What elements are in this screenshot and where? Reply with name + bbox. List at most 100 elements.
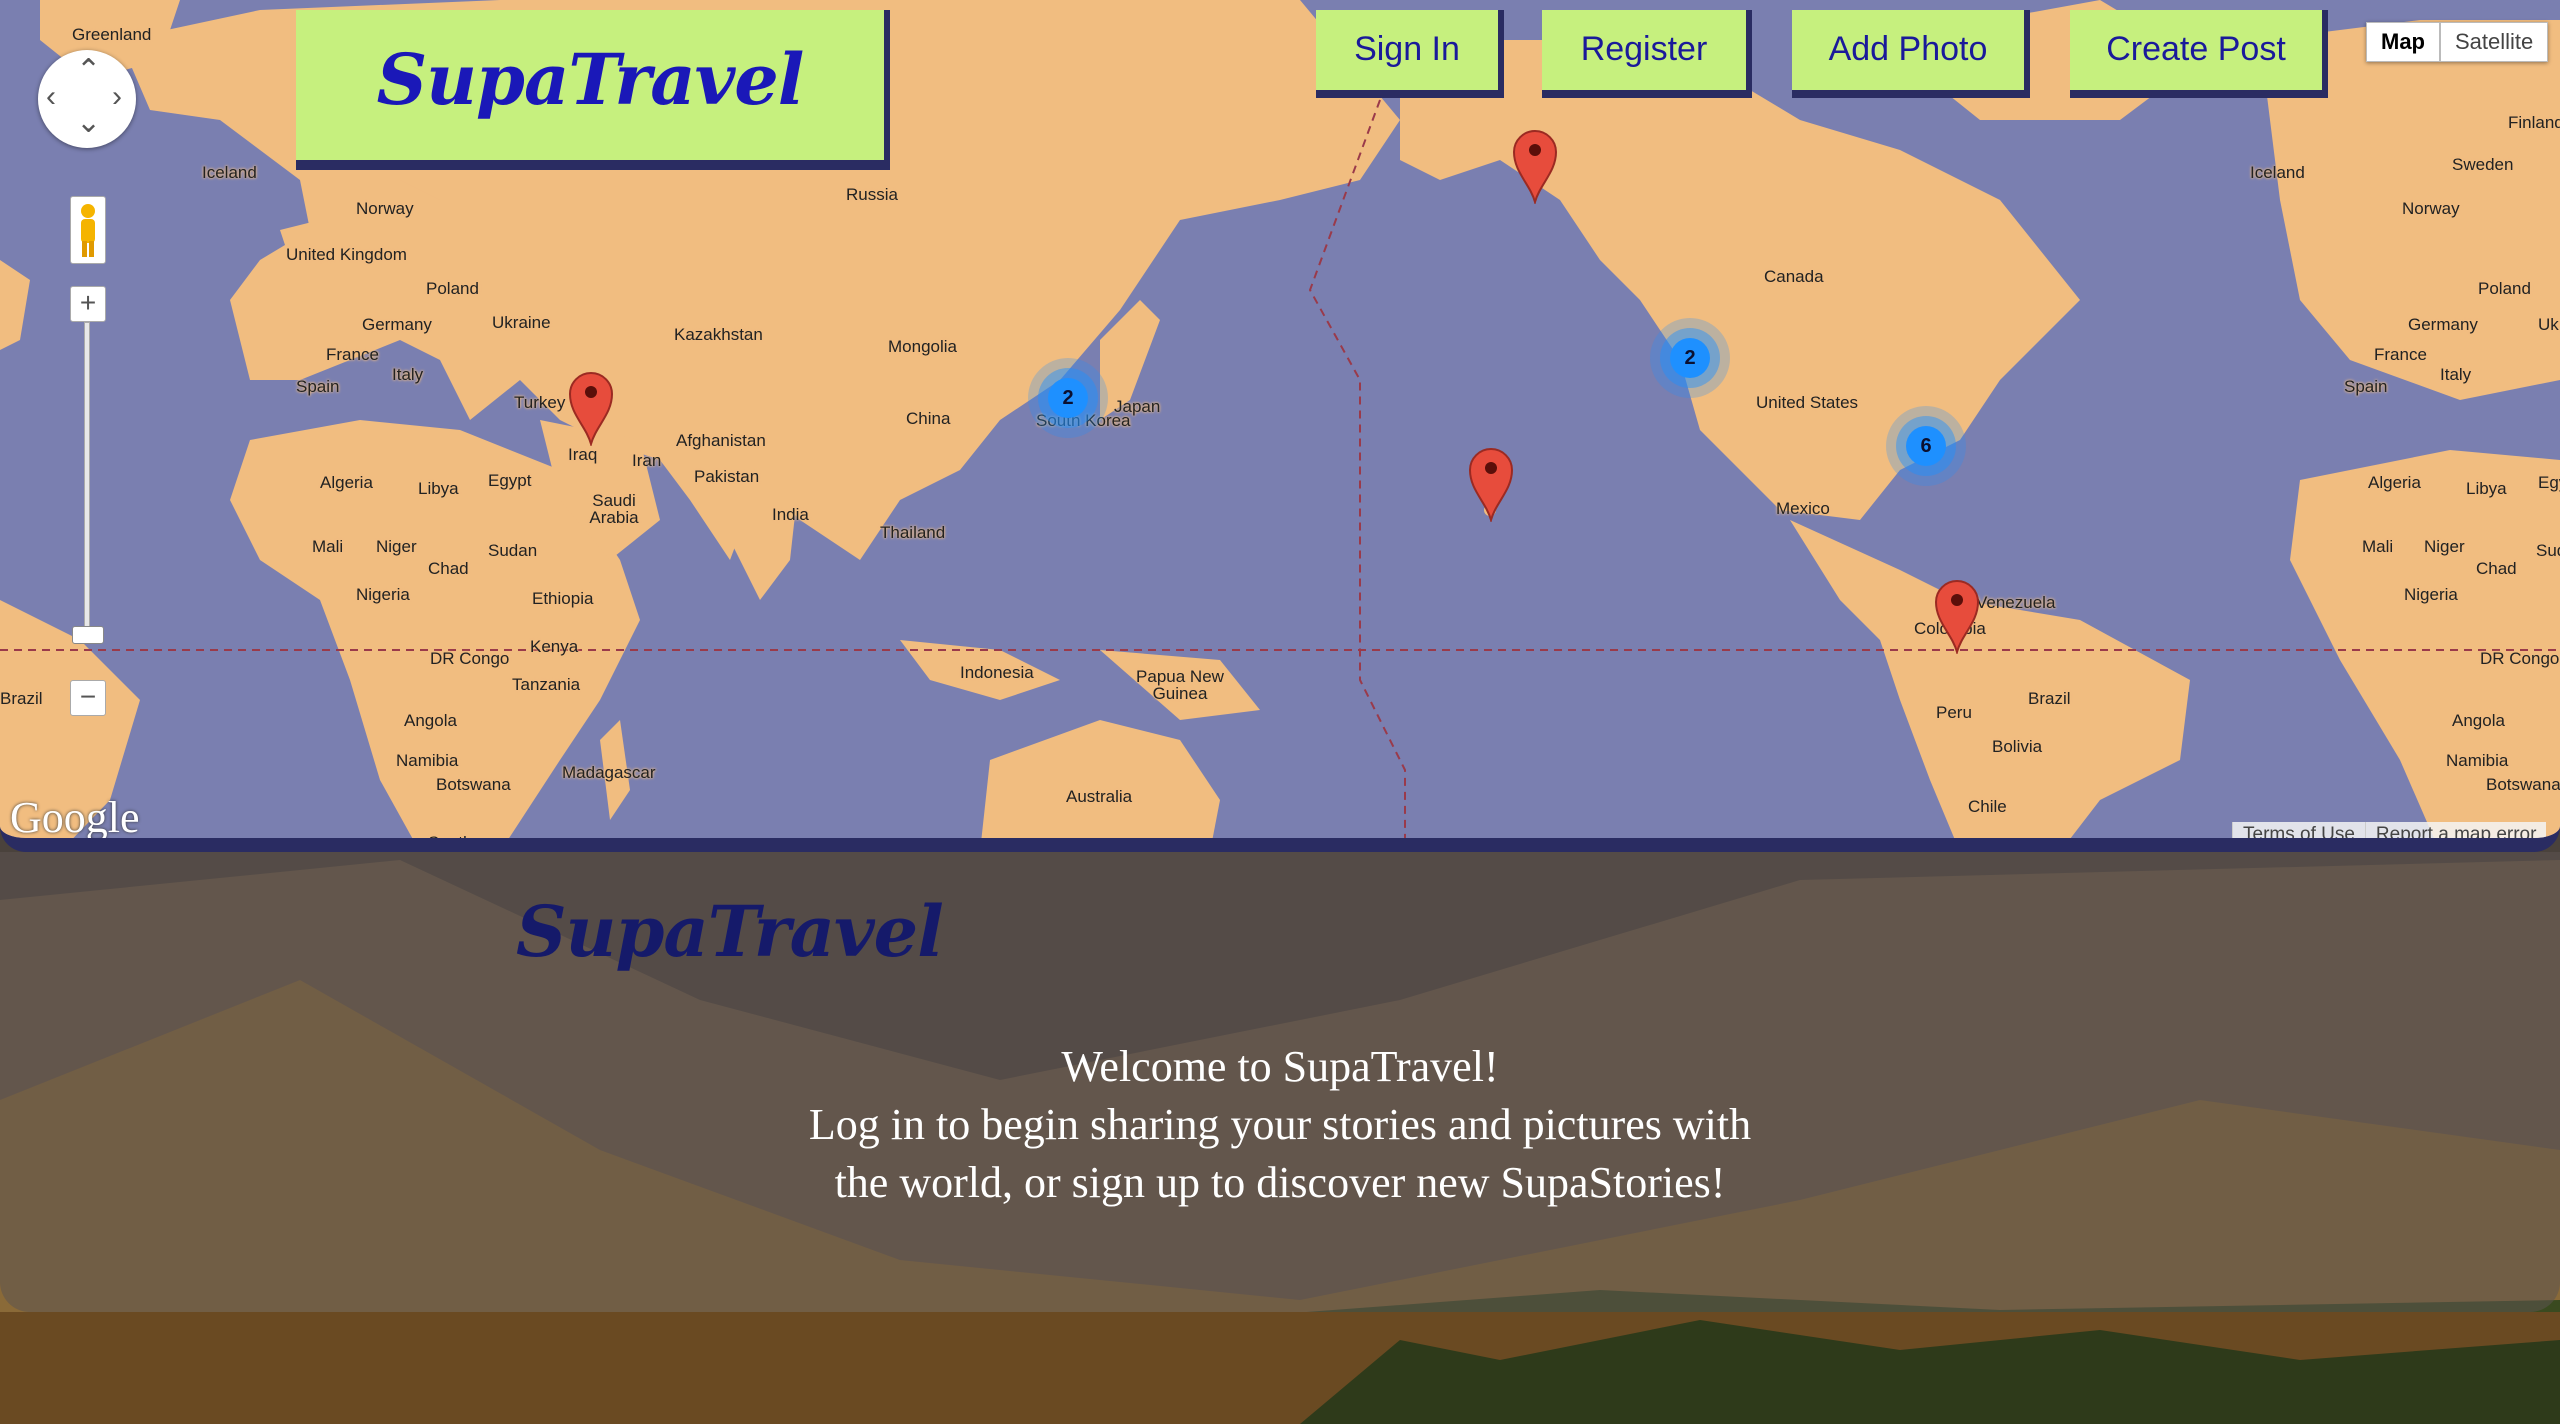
map-pin-marker[interactable] <box>1468 446 1514 522</box>
map-label: Mexico <box>1776 499 1830 518</box>
map-label: Algeria <box>2368 473 2421 492</box>
pan-right-icon[interactable]: › <box>112 82 122 112</box>
map-label: France <box>2374 345 2427 364</box>
pan-left-icon[interactable]: ‹ <box>46 82 56 112</box>
map-label: Saudi Arabia <box>589 491 639 527</box>
map-label: Egy <box>2538 473 2560 492</box>
report-map-error-link[interactable]: Report a map error <box>2364 822 2547 838</box>
marker-cluster[interactable]: 6 <box>1878 398 1974 494</box>
sign-in-button[interactable]: Sign In <box>1316 10 1504 98</box>
create-post-button[interactable]: Create Post <box>2070 10 2328 98</box>
map-label: Greenland <box>72 25 152 44</box>
map-label: Afghanistan <box>676 431 766 450</box>
map-label: Thailand <box>880 523 946 542</box>
terms-of-use-link[interactable]: Terms of Use <box>2232 822 2365 838</box>
map-label: Egypt <box>488 471 532 490</box>
map-label: Chad <box>428 559 469 578</box>
map-label: Spain <box>296 377 340 396</box>
google-logo: Google <box>10 793 140 842</box>
map-label: Sudan <box>488 541 538 560</box>
cluster-count: 6 <box>1920 435 1932 457</box>
zoom-slider-handle[interactable] <box>72 626 104 644</box>
map-label: Sweden <box>2452 155 2514 174</box>
map-label: Norway <box>356 199 414 218</box>
welcome-message: Welcome to SupaTravel! Log in to begin s… <box>640 1038 1920 1212</box>
site-logo: SupaTravel <box>376 38 805 121</box>
map-label: Ethiopia <box>532 589 594 608</box>
map-label: Angola <box>404 711 457 730</box>
map-label: Niger <box>376 537 417 556</box>
map-label: Brazil <box>2028 689 2071 708</box>
pan-down-icon[interactable]: ⌄ <box>76 108 101 138</box>
welcome-line: the world, or sign up to discover new Su… <box>834 1158 1726 1207</box>
map-label: Turkey <box>514 393 566 412</box>
map-label: Peru <box>1936 703 1972 722</box>
marker-cluster[interactable]: 2 <box>1020 350 1116 446</box>
map-label: Kenya <box>530 637 579 656</box>
map-label: India <box>772 505 809 524</box>
map-label: Finland <box>2508 113 2560 132</box>
map-label: China <box>906 409 951 428</box>
map-pan-control[interactable]: ⌃ ‹ › ⌄ <box>38 50 136 148</box>
add-photo-button[interactable]: Add Photo <box>1792 10 2030 98</box>
zoom-in-button[interactable]: + <box>70 286 106 322</box>
map-type-map-button[interactable]: Map <box>2366 22 2440 62</box>
map-label: Tanzania <box>512 675 581 694</box>
welcome-line: Log in to begin sharing your stories and… <box>808 1100 1752 1149</box>
map-label: Iraq <box>568 445 598 464</box>
map-label: Poland <box>2478 279 2531 298</box>
map-label: Namibia <box>2446 751 2509 770</box>
map-label: Iceland <box>202 163 257 182</box>
map-label: Nigeria <box>356 585 410 604</box>
cluster-count: 2 <box>1062 387 1074 409</box>
map-label: Germany <box>2408 315 2478 334</box>
marker-cluster[interactable]: 2 <box>1642 310 1738 406</box>
map-label: Papua New Guinea <box>1136 667 1224 703</box>
map-label: Australia <box>1066 787 1133 806</box>
map-label: Madagascar <box>562 763 656 782</box>
map-label: South <box>428 833 473 852</box>
zoom-slider-track[interactable] <box>84 322 90 630</box>
map-label: Indonesia <box>960 663 1034 682</box>
map-label: Germany <box>362 315 432 334</box>
map-label: Brazil <box>0 689 43 708</box>
map-pin-marker[interactable] <box>1934 578 1980 654</box>
map-label: Pakistan <box>694 467 760 486</box>
map-label: United Kingdom <box>286 245 407 264</box>
header-logo-box[interactable]: SupaTravel <box>296 10 890 170</box>
map-label: Mongolia <box>888 337 957 356</box>
map-label: Chad <box>2476 559 2517 578</box>
map-label: Chile <box>1968 797 2007 816</box>
cluster-count: 2 <box>1684 347 1696 369</box>
map-label: Nigeria <box>2404 585 2458 604</box>
map-label: Algeria <box>320 473 373 492</box>
map-label: Botswana <box>2486 775 2560 794</box>
map-label: Canada <box>1764 267 1824 286</box>
map-label: Iceland <box>2250 163 2305 182</box>
map-label: Kazakhstan <box>674 325 763 344</box>
map-label: France <box>326 345 379 364</box>
map-label: DR Congo <box>2480 649 2560 668</box>
zoom-out-button[interactable]: − <box>70 680 106 716</box>
map-label: Mali <box>2362 537 2394 556</box>
map-label: Poland <box>426 279 479 298</box>
map-label: Bolivia <box>1992 737 2043 756</box>
map-label: Venezuela <box>1976 593 2056 612</box>
map-label: Italy <box>2440 365 2472 384</box>
map-label: DR Congo <box>430 649 510 668</box>
pan-up-icon[interactable]: ⌃ <box>76 56 101 86</box>
register-button[interactable]: Register <box>1542 10 1752 98</box>
map-label: Russia <box>846 185 898 204</box>
world-map[interactable]: Greenland Iceland Norway Finland Russia … <box>0 0 2560 852</box>
panel-logo: SupaTravel <box>516 890 944 973</box>
map-type-satellite-button[interactable]: Satellite <box>2440 22 2549 62</box>
map-label: Norway <box>2402 199 2460 218</box>
map-pin-marker[interactable] <box>1512 128 1558 204</box>
street-view-pegman-icon[interactable] <box>70 196 106 264</box>
map-label: Uk <box>2538 315 2559 334</box>
map-label: Italy <box>392 365 424 384</box>
map-label: Iran <box>632 451 662 470</box>
map-type-control[interactable]: Map Satellite <box>2366 22 2549 62</box>
map-pin-marker[interactable] <box>568 370 614 446</box>
map-label: Libya <box>2466 479 2507 498</box>
